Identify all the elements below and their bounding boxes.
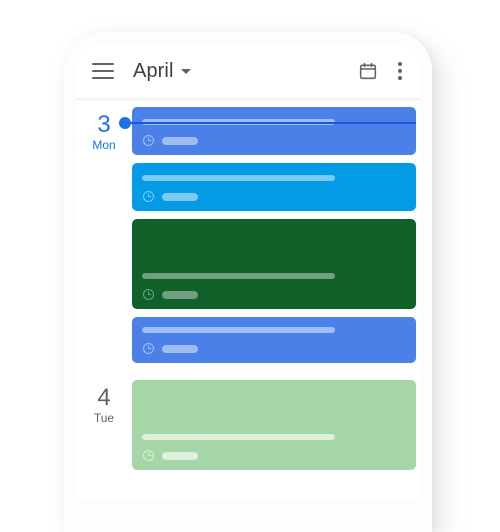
days-container: 3 Mon 4 Tue	[76, 98, 420, 478]
event-card[interactable]	[132, 163, 416, 211]
menu-bar-1	[92, 63, 114, 65]
phone-screen: April 3 Mon 4 Tue	[76, 44, 420, 500]
event-meta	[142, 288, 406, 301]
event-title-placeholder	[142, 434, 335, 440]
event-time-placeholder	[162, 344, 198, 353]
event-meta	[142, 449, 406, 462]
chevron-down-icon	[180, 68, 191, 74]
kebab-dot-1	[398, 62, 402, 66]
month-title: April	[133, 60, 174, 82]
event-meta	[142, 190, 406, 203]
event-title-placeholder	[142, 327, 335, 333]
event-title-placeholder	[142, 273, 335, 279]
day-events	[132, 98, 420, 371]
more-vertical-icon[interactable]	[398, 62, 402, 80]
event-time-placeholder	[162, 136, 198, 145]
menu-bar-3	[92, 77, 114, 79]
event-card[interactable]	[132, 219, 416, 309]
event-time-placeholder	[162, 192, 198, 201]
event-meta	[142, 134, 406, 147]
app-bar: April	[76, 44, 420, 98]
clock-icon	[142, 190, 155, 203]
day-gutter: 4 Tue	[76, 371, 132, 478]
clock-icon	[142, 134, 155, 147]
current-time-dot	[119, 117, 131, 129]
clock-icon	[142, 342, 155, 355]
clock-icon	[142, 449, 155, 462]
day-row: 4 Tue	[76, 371, 420, 478]
menu-bar-2	[92, 70, 114, 72]
schedule-list[interactable]: 3 Mon 4 Tue	[76, 98, 420, 500]
current-time-line	[124, 122, 416, 124]
hamburger-menu-icon[interactable]	[92, 63, 114, 79]
day-weekday-label: Tue	[93, 411, 115, 425]
event-title-placeholder	[142, 175, 335, 181]
event-time-placeholder	[162, 451, 198, 460]
clock-icon	[142, 288, 155, 301]
day-gutter: 3 Mon	[76, 98, 132, 371]
month-selector[interactable]: April	[114, 61, 191, 81]
event-card[interactable]	[132, 107, 416, 155]
day-number: 4	[97, 384, 111, 411]
event-time-placeholder	[162, 290, 198, 299]
calendar-today-icon[interactable]	[358, 61, 378, 81]
kebab-dot-3	[398, 76, 402, 80]
event-card[interactable]	[132, 380, 416, 470]
kebab-dot-2	[398, 69, 402, 73]
day-events	[132, 371, 420, 478]
day-row: 3 Mon	[76, 98, 420, 371]
day-weekday-label: Mon	[92, 138, 116, 152]
event-meta	[142, 342, 406, 355]
event-card[interactable]	[132, 317, 416, 363]
